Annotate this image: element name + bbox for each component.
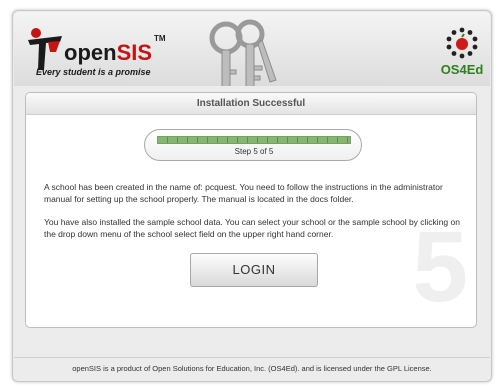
login-button[interactable]: LOGIN (190, 253, 318, 287)
header-banner: openSIS TM Every student is a promise OS… (14, 12, 490, 86)
progress-indicator: Step 5 of 5 (144, 129, 362, 161)
progress-bar (157, 136, 351, 144)
panel-title: Installation Successful (26, 93, 476, 115)
installation-panel: Installation Successful Step 5 of 5 5 A … (25, 92, 477, 328)
footer-license-text: openSIS is a product of Open Solutions f… (14, 357, 490, 379)
trademark-mark: TM (154, 34, 166, 43)
keys-icon (209, 19, 277, 86)
os4ed-label: OS4Ed (440, 62, 484, 77)
os4ed-apple-icon (446, 27, 478, 59)
school-created-message: A school has been created in the name of… (44, 182, 443, 204)
person-logo-icon (28, 28, 62, 70)
logo-wordmark: openSIS (64, 40, 153, 65)
progress-bar-fill (158, 137, 350, 143)
tagline: Every student is a promise (36, 67, 151, 77)
step-label: Step 5 of 5 (234, 147, 274, 156)
sample-data-message: You have also installed the sample schoo… (44, 217, 460, 239)
os4ed-logo: OS4Ed (432, 26, 490, 82)
